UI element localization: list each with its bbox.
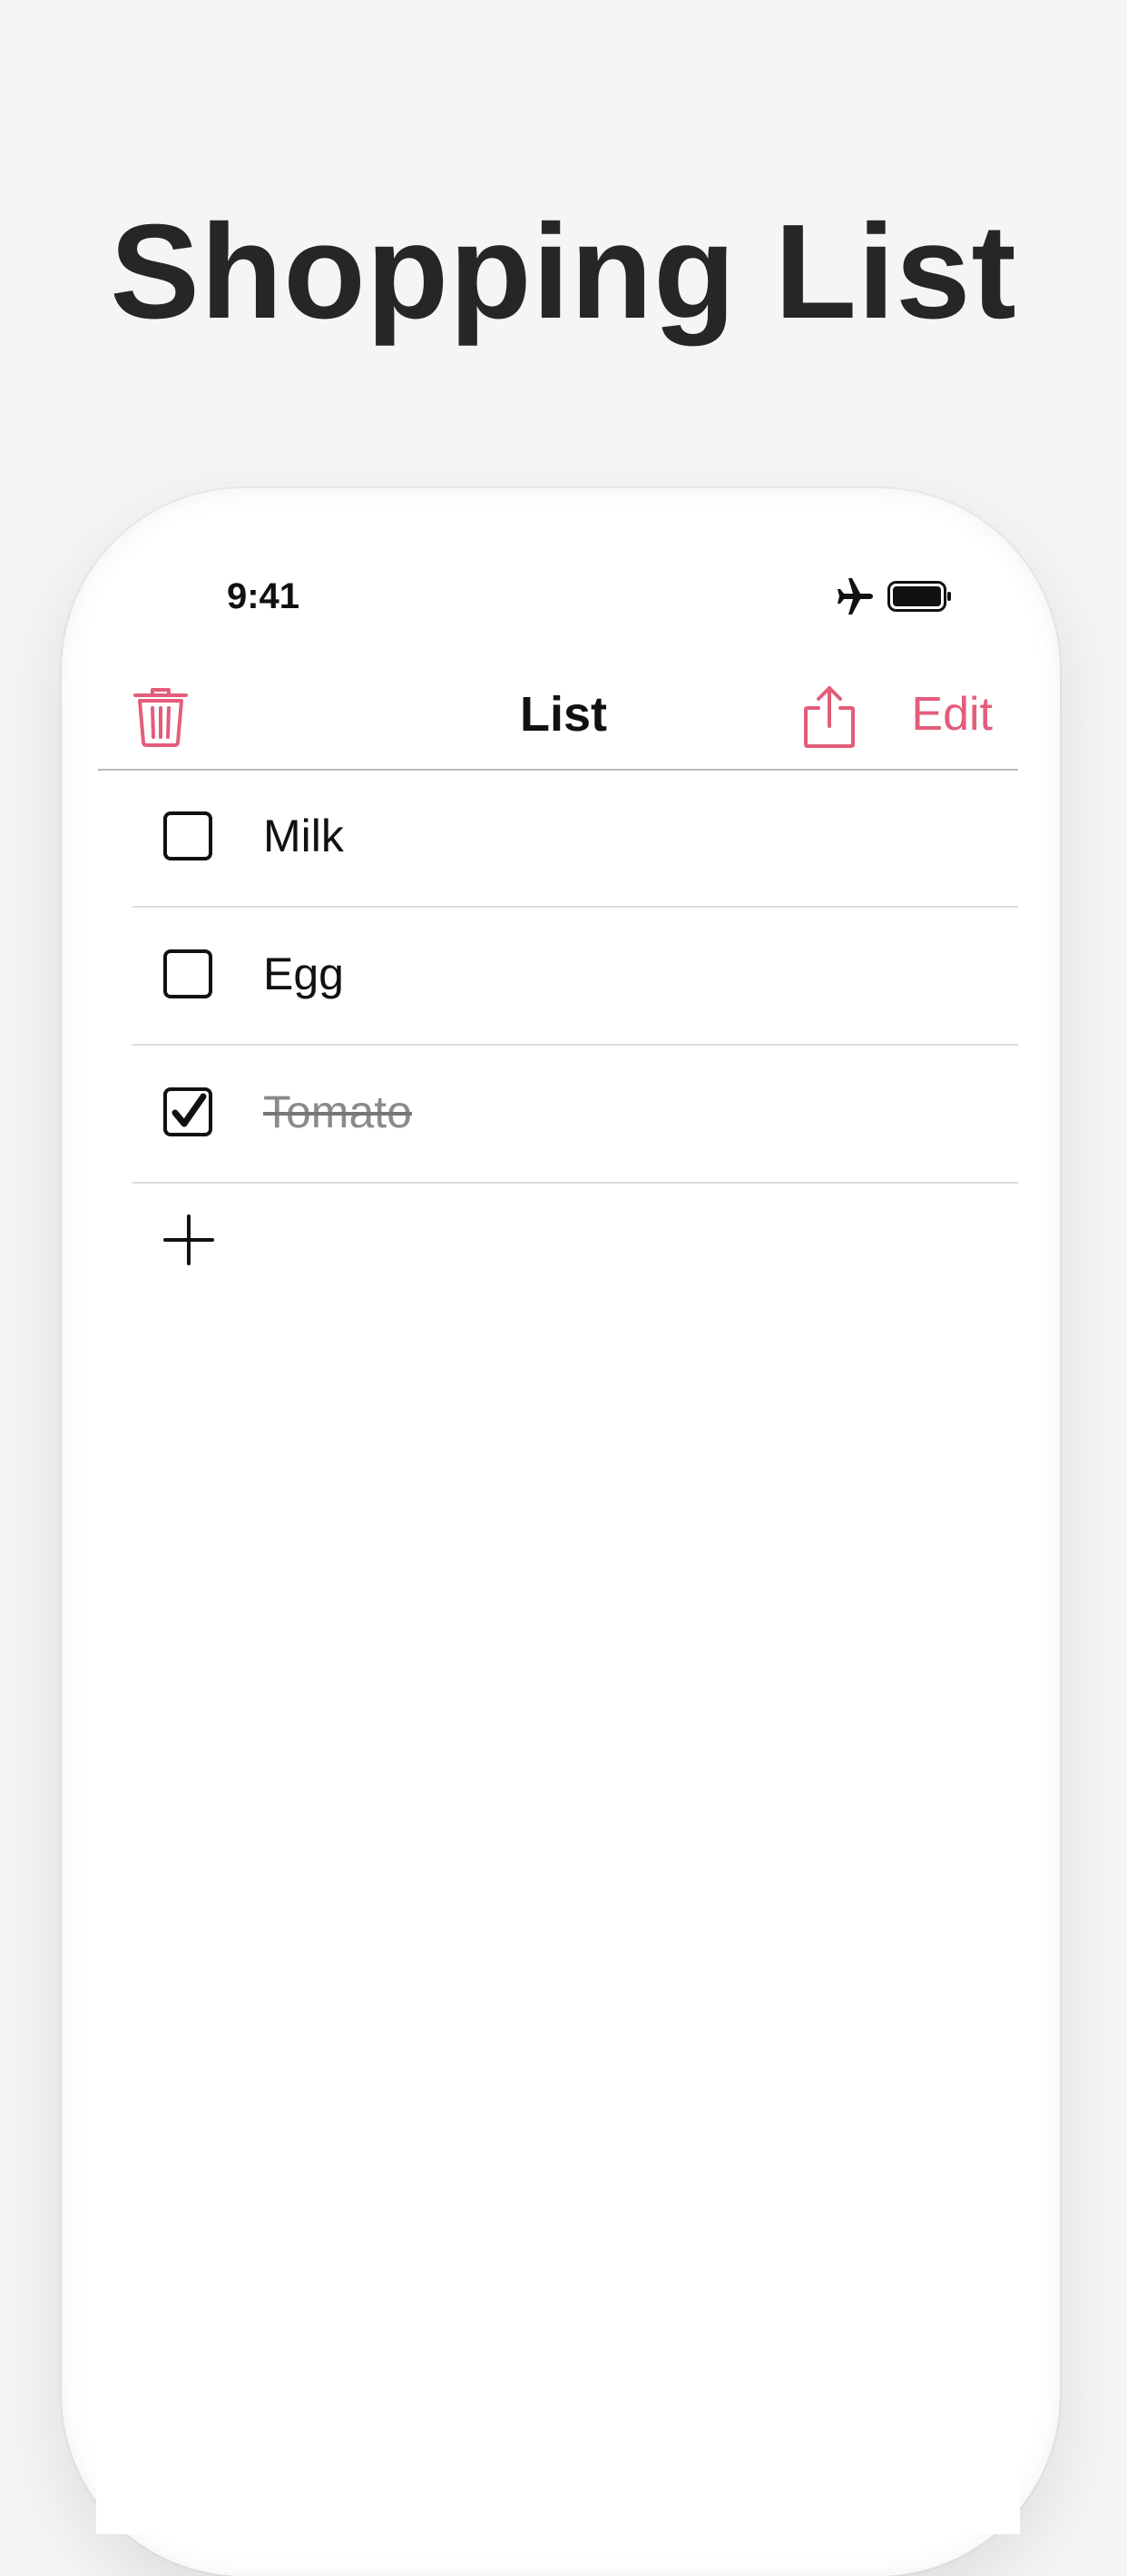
item-label: Tomato: [263, 1086, 412, 1137]
list-item[interactable]: Milk: [132, 770, 1018, 906]
edit-button[interactable]: Edit: [893, 683, 993, 746]
item-label: Egg: [263, 949, 344, 999]
airplane-icon: [838, 578, 873, 615]
page-headline: Shopping List: [110, 197, 1017, 347]
checkbox-checked[interactable]: [163, 1087, 212, 1136]
checkbox-unchecked[interactable]: [163, 949, 212, 998]
nav-title: List: [519, 687, 607, 742]
checkbox-unchecked[interactable]: [163, 811, 212, 860]
list-item[interactable]: Egg: [132, 908, 1018, 1044]
trash-button[interactable]: [132, 686, 189, 748]
battery-icon: [887, 581, 951, 612]
item-label: Milk: [263, 811, 344, 861]
status-time: 9:41: [226, 576, 300, 616]
row-divider: [132, 1182, 1018, 1184]
list-item[interactable]: Tomato: [132, 1046, 1018, 1182]
checkmark-icon: [172, 1093, 207, 1127]
share-button[interactable]: [802, 684, 857, 750]
add-item-button[interactable]: [163, 1214, 214, 1265]
